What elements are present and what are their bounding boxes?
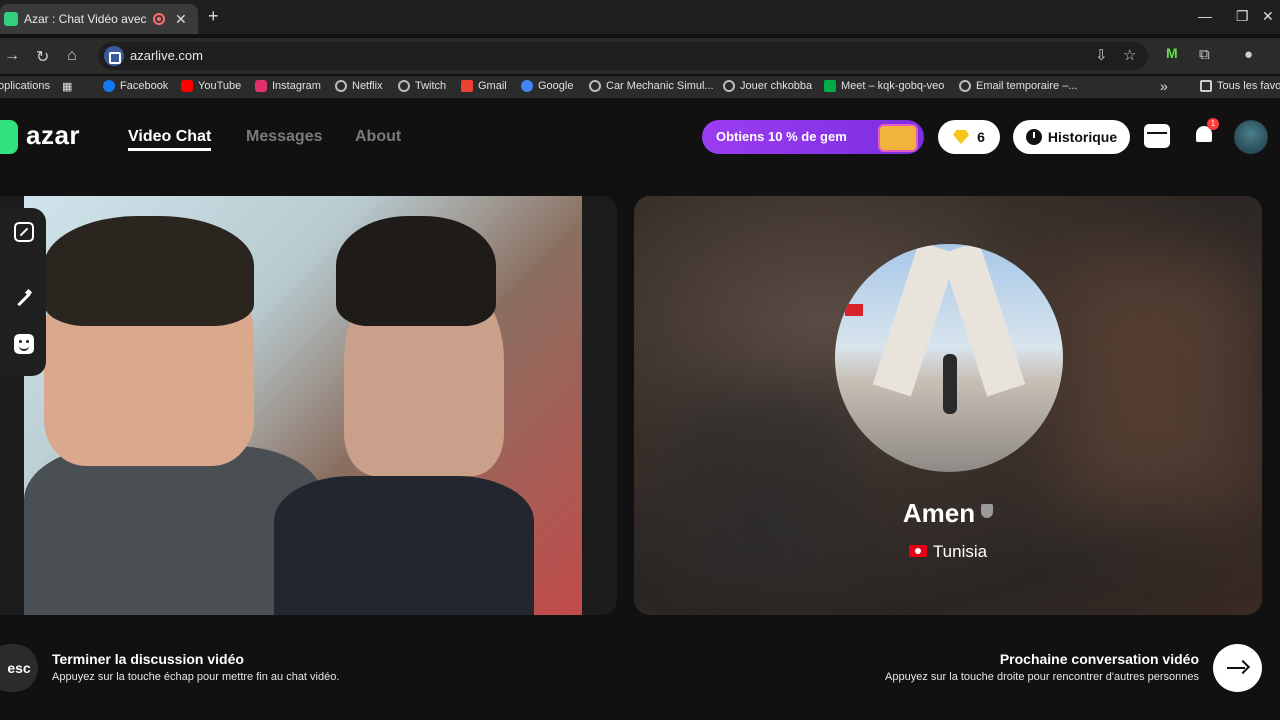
peer-country-row: Tunisia: [634, 542, 1262, 562]
nav-about[interactable]: About: [355, 128, 401, 146]
promo-text: Obtiens 10 % de gem: [716, 129, 847, 144]
globe-icon: [723, 80, 735, 92]
app-header: azar Video Chat Messages About Obtiens 1…: [0, 104, 1280, 170]
person-1-hair: [44, 216, 254, 326]
bookmark-twitch[interactable]: Twitch: [398, 80, 446, 92]
install-app-icon[interactable]: ⇩: [1095, 46, 1108, 64]
avatar[interactable]: [1234, 120, 1268, 154]
bookmark-facebook[interactable]: Facebook: [103, 80, 168, 92]
bookmarks-folder[interactable]: Tous les favo: [1200, 80, 1280, 92]
history-label: Historique: [1047, 129, 1118, 145]
close-window-button[interactable]: ✕: [1262, 8, 1274, 25]
treasure-chest-icon: [878, 124, 918, 152]
recording-icon: [153, 13, 165, 25]
bookmark-applications[interactable]: oplications: [0, 80, 50, 92]
folder-icon: [1200, 80, 1212, 92]
apps-grid-icon[interactable]: ▦: [62, 80, 72, 93]
next-chat-title: Prochaine conversation vidéo: [999, 651, 1199, 667]
peer-name: Amen: [902, 498, 976, 528]
background-blur: [674, 396, 854, 596]
browser-toolbar: → ↻ ⌂ azarlive.com ⇩ ☆ M ⧉ ●: [0, 38, 1280, 74]
person-2-hair: [336, 216, 496, 326]
video-tools-sidebar: [0, 208, 46, 376]
bookmark-car-mechanic[interactable]: Car Mechanic Simul...: [589, 80, 714, 92]
tunisia-flag-icon: [908, 545, 927, 557]
bookmark-star-icon[interactable]: ☆: [1123, 46, 1136, 64]
magic-wand-icon[interactable]: [14, 290, 34, 310]
gem-count: 6: [977, 129, 985, 145]
forward-icon[interactable]: →: [4, 47, 20, 65]
bookmark-youtube[interactable]: YouTube: [181, 80, 241, 92]
gem-icon: [953, 130, 970, 144]
peer-video-panel: Amen Tunisia: [634, 196, 1262, 615]
new-tab-button[interactable]: +: [208, 6, 219, 27]
bookmark-chkobba[interactable]: Jouer chkobba: [723, 80, 812, 92]
flag-shape: [845, 304, 863, 316]
more-bookmarks-icon[interactable]: »: [1160, 78, 1168, 94]
azar-favicon-icon: [4, 12, 18, 26]
bookmark-instagram[interactable]: Instagram: [255, 80, 321, 92]
azar-logo-icon[interactable]: [0, 120, 18, 154]
end-chat-subtitle: Appuyez sur la touche échap pour mettre …: [52, 671, 340, 683]
azar-logo[interactable]: azar: [26, 120, 80, 151]
facebook-icon: [103, 80, 115, 92]
nav-messages[interactable]: Messages: [246, 128, 323, 146]
globe-icon: [589, 80, 601, 92]
end-chat-button[interactable]: esc: [0, 644, 38, 692]
url-text: azarlive.com: [130, 48, 203, 63]
shield-icon: [981, 504, 994, 518]
youtube-icon: [181, 80, 193, 92]
google-icon: [521, 80, 533, 92]
expand-icon[interactable]: [14, 222, 34, 242]
globe-icon: [959, 80, 971, 92]
address-bar[interactable]: azarlive.com: [98, 42, 1148, 70]
gem-promo-banner[interactable]: Obtiens 10 % de gem: [702, 120, 924, 154]
bookmark-netflix[interactable]: Netflix: [335, 80, 383, 92]
peer-country: Tunisia: [932, 542, 988, 561]
bookmark-gmail[interactable]: Gmail: [461, 80, 507, 92]
browser-tab[interactable]: Azar : Chat Vidéo avec de n ✕: [0, 4, 198, 34]
profile-icon[interactable]: ●: [1244, 46, 1253, 63]
person-figure: [943, 354, 957, 414]
bookmark-meet[interactable]: Meet – kqk-gobq-veo: [824, 80, 944, 92]
face-filter-icon[interactable]: [14, 334, 34, 354]
next-chat-subtitle: Appuyez sur la touche droite pour rencon…: [885, 671, 1199, 683]
gmail-icon: [461, 80, 473, 92]
history-button[interactable]: Historique: [1013, 120, 1130, 154]
minimize-button[interactable]: —: [1198, 8, 1212, 24]
next-chat-button[interactable]: [1213, 644, 1262, 692]
tab-close-icon[interactable]: ✕: [175, 11, 187, 28]
self-video-panel: [0, 196, 617, 615]
peer-profile-photo: [835, 244, 1063, 472]
end-chat-title: Terminer la discussion vidéo: [52, 651, 244, 667]
site-info-icon[interactable]: [104, 46, 124, 66]
person-2-body: [274, 476, 534, 615]
bookmark-email-temp[interactable]: Email temporaire –...: [959, 80, 1077, 92]
extension-m-icon[interactable]: M: [1166, 45, 1178, 61]
bookmarks-bar: oplications ▦ Facebook YouTube Instagram…: [0, 76, 1280, 98]
notification-badge: 1: [1207, 118, 1219, 130]
globe-icon: [335, 80, 347, 92]
home-icon[interactable]: ⌂: [67, 47, 77, 65]
instagram-icon: [255, 80, 267, 92]
self-camera-feed: [24, 196, 582, 615]
browser-tab-bar: Azar : Chat Vidéo avec de n ✕ + — ❐ ✕: [0, 0, 1280, 34]
globe-icon: [398, 80, 410, 92]
tab-title: Azar : Chat Vidéo avec de n: [24, 12, 149, 26]
restore-button[interactable]: ❐: [1236, 8, 1249, 25]
store-icon[interactable]: [1144, 124, 1170, 148]
extensions-puzzle-icon[interactable]: ⧉: [1199, 46, 1210, 63]
background-blur: [1064, 256, 1262, 516]
bookmark-google[interactable]: Google: [521, 80, 573, 92]
reload-icon[interactable]: ↻: [36, 47, 49, 67]
gems-button[interactable]: 6: [938, 120, 1000, 154]
meet-icon: [824, 80, 836, 92]
nav-video-chat[interactable]: Video Chat: [128, 128, 212, 151]
clock-icon: [1025, 129, 1042, 145]
peer-name-row: Amen: [634, 498, 1262, 529]
